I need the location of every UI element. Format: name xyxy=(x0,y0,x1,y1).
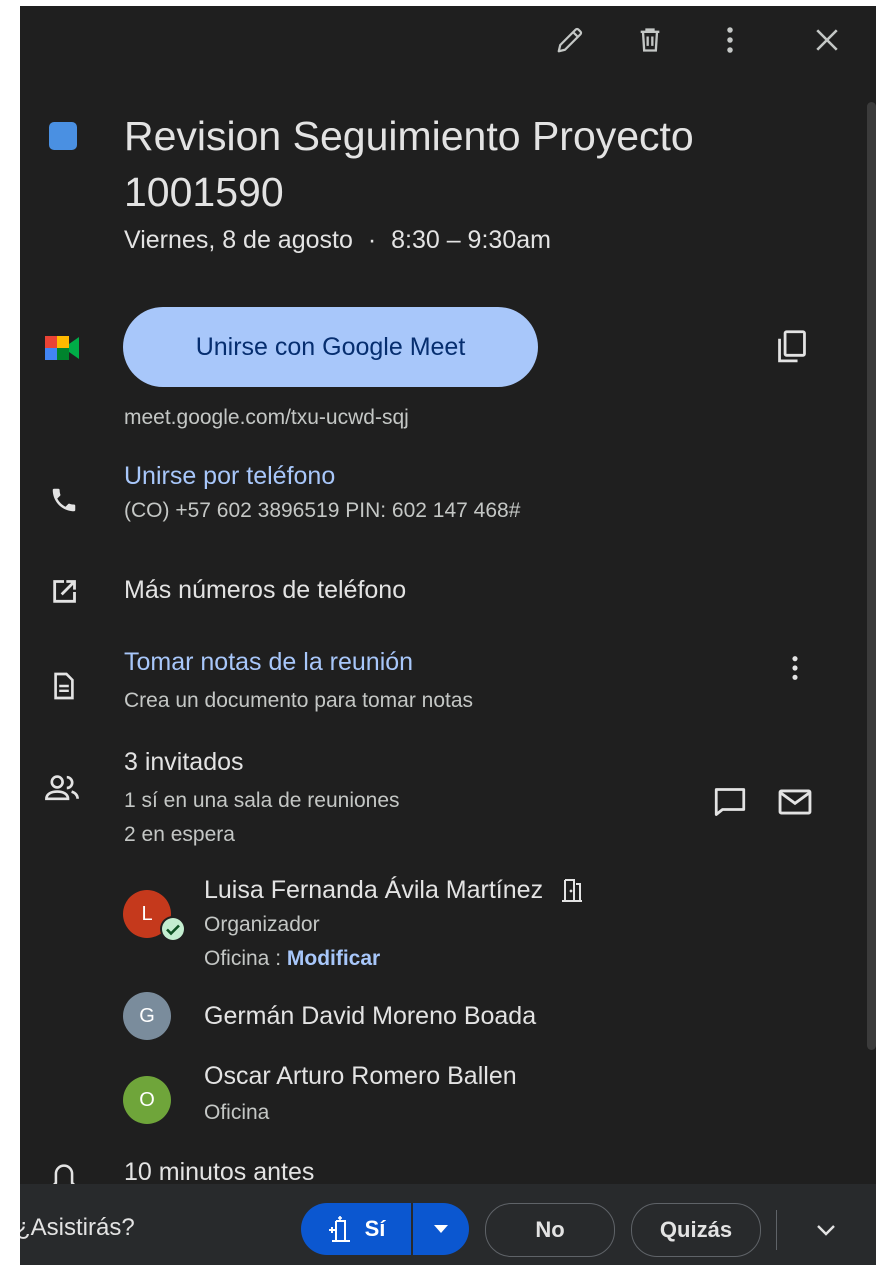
meeting-notes: Tomar notas de la reunión Crea un docume… xyxy=(124,648,473,713)
guests-pending: 2 en espera xyxy=(124,823,235,846)
accepted-check-icon xyxy=(158,914,188,944)
event-title-line2: 1001590 xyxy=(124,169,284,215)
copy-icon[interactable] xyxy=(772,327,812,367)
avatar: G xyxy=(123,992,171,1040)
rsvp-yes-button[interactable]: Sí xyxy=(301,1203,411,1255)
guest-name[interactable]: Germán David Moreno Boada xyxy=(204,1002,536,1031)
chevron-down-icon[interactable] xyxy=(806,1210,846,1250)
guest-name: Oscar Arturo Romero Ballen xyxy=(204,1062,517,1090)
more-phone-numbers-link[interactable]: Más números de teléfono xyxy=(124,576,406,605)
reminder-label: 10 minutos antes xyxy=(124,1158,315,1186)
caret-down-icon xyxy=(434,1225,448,1233)
event-title: Revision Seguimiento Proyecto 1001590 xyxy=(124,108,804,220)
trash-icon[interactable] xyxy=(630,20,670,60)
chat-icon[interactable] xyxy=(710,782,750,822)
people-icon xyxy=(40,768,84,808)
avatar-initial: G xyxy=(139,1004,155,1027)
modify-location-link[interactable]: Modificar xyxy=(287,947,380,970)
join-meet-button[interactable]: Unirse con Google Meet xyxy=(123,307,538,387)
pencil-icon[interactable] xyxy=(550,20,590,60)
event-datetime: Viernes, 8 de agosto · 8:30 – 9:30am xyxy=(124,226,551,255)
event-color-swatch xyxy=(49,122,77,150)
guest-location: Oficina : xyxy=(204,947,282,970)
avatar-initial: L xyxy=(141,902,153,925)
guests-summary: 3 invitados 1 sí en una sala de reunione… xyxy=(124,748,400,847)
guest-count: 3 invitados xyxy=(124,748,244,776)
join-by-phone-link[interactable]: Unirse por teléfono xyxy=(124,462,520,491)
phone-icon xyxy=(44,480,84,520)
event-detail-panel: Revision Seguimiento Proyecto 1001590 Vi… xyxy=(20,6,876,1265)
take-notes-link[interactable]: Tomar notas de la reunión xyxy=(124,648,473,677)
rsvp-yes-dropdown[interactable] xyxy=(413,1203,469,1255)
guest-role: Organizador xyxy=(204,913,320,936)
event-title-line1: Revision Seguimiento Proyecto xyxy=(124,113,694,159)
room-icon xyxy=(561,878,583,904)
guest-item[interactable]: Luisa Fernanda Ávila Martínez Organizado… xyxy=(204,876,583,971)
rsvp-no-button[interactable]: No xyxy=(485,1203,615,1257)
notes-subtitle: Crea un documento para tomar notas xyxy=(124,689,474,712)
divider xyxy=(776,1210,777,1250)
avatar-initial: O xyxy=(139,1088,155,1111)
close-icon[interactable] xyxy=(807,20,847,60)
rsvp-question: ¿Asistirás? xyxy=(20,1214,135,1241)
open-in-new-icon xyxy=(44,572,84,612)
rsvp-yes-label: Sí xyxy=(364,1216,386,1241)
avatar: O xyxy=(123,1076,171,1124)
document-icon xyxy=(44,666,84,706)
more-vert-icon[interactable] xyxy=(710,20,750,60)
guest-location: Oficina xyxy=(204,1101,270,1124)
guest-item[interactable]: Oscar Arturo Romero Ballen Oficina xyxy=(204,1062,517,1125)
notes-more-icon[interactable] xyxy=(775,648,815,688)
rsvp-maybe-button[interactable]: Quizás xyxy=(631,1203,761,1257)
google-meet-icon xyxy=(42,330,82,366)
guests-yes: 1 sí en una sala de reuniones xyxy=(124,789,400,812)
rsvp-bar: ¿Asistirás? Sí No Quizás xyxy=(20,1184,876,1265)
join-by-phone[interactable]: Unirse por teléfono (CO) +57 602 3896519… xyxy=(124,462,520,523)
email-icon[interactable] xyxy=(775,782,815,822)
scrollbar[interactable] xyxy=(867,102,876,1050)
datetime-separator: · xyxy=(367,226,377,254)
event-date: Viernes, 8 de agosto xyxy=(124,226,353,254)
room-join-icon xyxy=(327,1215,353,1243)
guest-name: Luisa Fernanda Ávila Martínez xyxy=(204,876,544,904)
meet-link[interactable]: meet.google.com/txu-ucwd-sqj xyxy=(124,406,409,430)
event-time: 8:30 – 9:30am xyxy=(391,226,551,254)
phone-detail: (CO) +57 602 3896519 PIN: 602 147 468# xyxy=(124,499,521,522)
